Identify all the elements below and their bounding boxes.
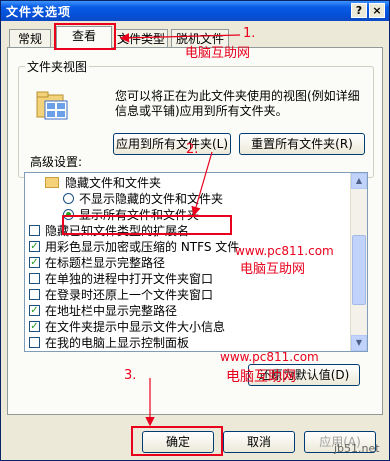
advanced-setting-label: 在我的电脑上显示控制面板 [45, 336, 190, 350]
annotation-step-2: 2. [186, 142, 199, 157]
advanced-setting-row[interactable]: ✓ 在文件夹提示中显示文件大小信息 [25, 319, 351, 335]
apply-to-all-folders-button[interactable]: 应用到所有文件夹(L) [113, 133, 231, 155]
tab-general[interactable]: 常规 [9, 29, 51, 47]
scroll-thumb[interactable] [352, 235, 366, 305]
folder-views-legend: 文件夹视图 [27, 60, 88, 74]
watermark-name-bottom: 电脑互助网 [226, 369, 296, 385]
advanced-setting-label: 在单独的进程中打开文件夹窗口 [45, 272, 214, 286]
tab-file-types[interactable]: 文件类型 [114, 29, 168, 47]
checkbox-checked[interactable]: ✓ [29, 241, 40, 252]
checkbox-unchecked[interactable] [29, 337, 40, 348]
folder-icon [45, 177, 59, 188]
advanced-setting-label: 不显示隐藏的文件和文件夹 [79, 192, 224, 206]
vertical-scrollbar[interactable]: ▲ ▼ [350, 173, 367, 351]
scroll-up-arrow-icon[interactable]: ▲ [351, 173, 367, 189]
advanced-setting-label: 在文件夹提示中显示文件大小信息 [45, 320, 226, 334]
scroll-down-arrow-icon[interactable]: ▼ [351, 335, 367, 351]
reset-all-folders-button[interactable]: 重置所有文件夹(R) [239, 133, 365, 155]
watermark-name-top: 电脑互助网 [185, 46, 251, 61]
advanced-setting-row[interactable]: ✓ 在地址栏中显示完整路径 [25, 303, 351, 319]
tab-view[interactable]: 查看 [56, 26, 112, 48]
title-bar[interactable]: 文件夹选项 ? × [1, 1, 389, 21]
radio-unselected[interactable] [63, 193, 74, 204]
close-button[interactable]: × [369, 3, 385, 18]
advanced-settings-label: 高级设置: [30, 155, 83, 169]
checkbox-unchecked[interactable] [29, 289, 40, 300]
annotation-step-1: 1. [243, 26, 256, 41]
watermark-corner: jb51.net [334, 442, 380, 455]
advanced-setting-row[interactable]: 在登录时还原上一个文件夹窗口 [25, 287, 351, 303]
checkbox-unchecked[interactable] [29, 225, 40, 236]
advanced-setting-row[interactable]: 在我的电脑上显示控制面板 [25, 335, 351, 351]
highlight-hide-extensions [62, 215, 232, 235]
checkbox-unchecked[interactable] [29, 273, 40, 284]
advanced-setting-row[interactable]: 不显示隐藏的文件和文件夹 [25, 191, 351, 207]
advanced-setting-label: 在地址栏中显示完整路径 [45, 304, 178, 318]
folder-views-description: 您可以将正在为此文件夹使用的视图(例如详细信息或平铺)应用到所有文件夹。 [115, 89, 360, 118]
help-button[interactable]: ? [351, 3, 367, 18]
watermark-site-middle: www.pc811.com [235, 244, 334, 258]
highlight-ok-button [131, 426, 223, 456]
advanced-setting-label: 在登录时还原上一个文件夹窗口 [45, 288, 214, 302]
advanced-setting-label: 用彩色显示加密或压缩的 NTFS 文件 [45, 240, 240, 254]
advanced-setting-row: 隐藏文件和文件夹 [25, 175, 351, 191]
cancel-button[interactable]: 取消 [223, 431, 295, 453]
annotation-step-3: 3. [124, 368, 137, 383]
folder-views-icon [36, 91, 68, 120]
window-title: 文件夹选项 [6, 5, 72, 19]
checkbox-checked[interactable]: ✓ [29, 321, 40, 332]
advanced-setting-label: 隐藏文件和文件夹 [65, 176, 162, 190]
watermark-site-bottom: www.pc811.com [220, 350, 319, 364]
checkbox-checked[interactable]: ✓ [29, 257, 40, 268]
advanced-settings-list[interactable]: 隐藏文件和文件夹 不显示隐藏的文件和文件夹 显示所有文件和文件夹 隐藏已知文件类型的扩… [24, 172, 368, 352]
advanced-setting-label: 在标题栏显示完整路径 [45, 256, 166, 270]
watermark-name-middle: 电脑互助网 [240, 262, 306, 277]
checkbox-checked[interactable]: ✓ [29, 305, 40, 316]
